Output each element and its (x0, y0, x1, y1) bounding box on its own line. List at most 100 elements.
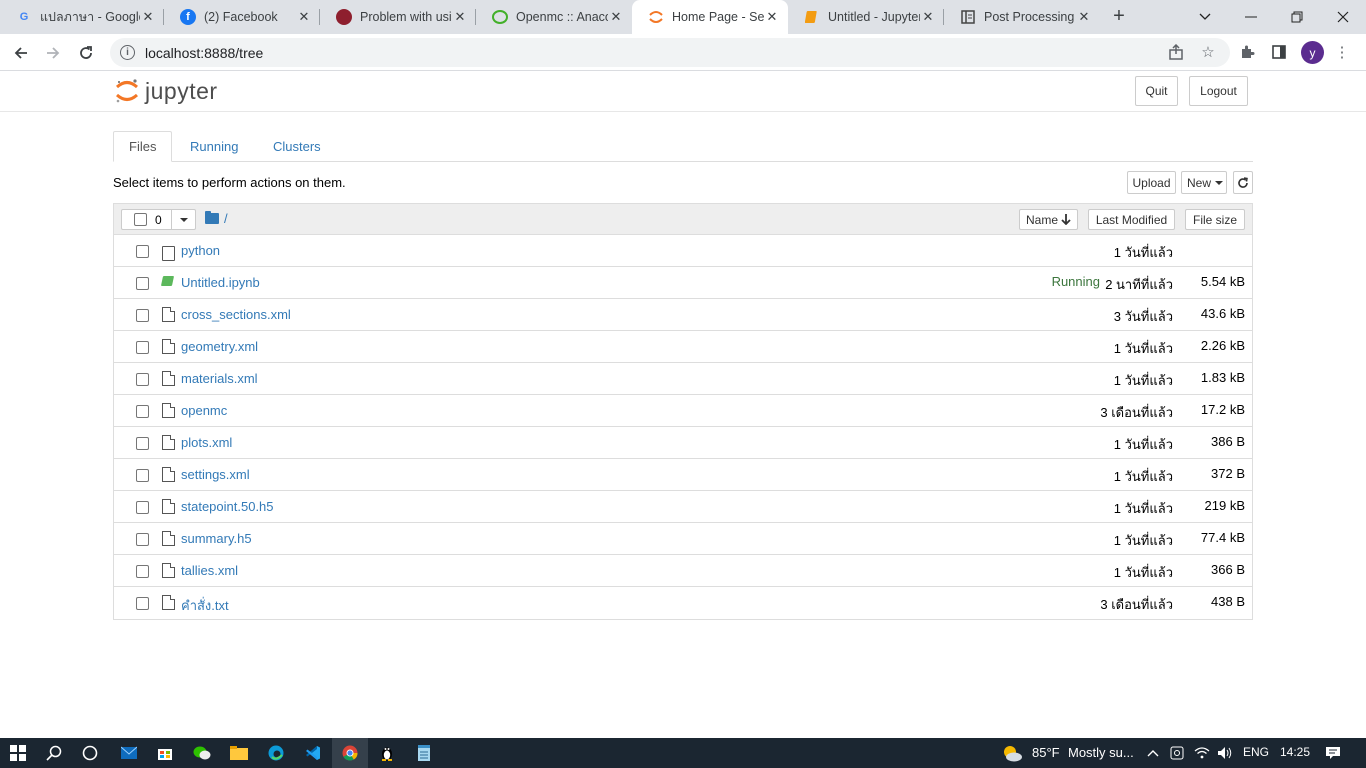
chevron-up-icon[interactable] (1142, 738, 1164, 768)
forward-icon[interactable] (40, 40, 66, 66)
row-checkbox[interactable] (136, 245, 149, 258)
item-name-link[interactable]: python (181, 243, 220, 258)
list-item[interactable]: Untitled.ipynb Running 2 นาทีที่แล้ว 5.5… (114, 267, 1252, 299)
list-item[interactable]: statepoint.50.h5 1 วันที่แล้ว 219 kB (114, 491, 1252, 523)
row-checkbox[interactable] (136, 565, 149, 578)
list-item[interactable]: openmc 3 เดือนที่แล้ว 17.2 kB (114, 395, 1252, 427)
tab-running[interactable]: Running (175, 131, 253, 162)
browser-tab-2[interactable]: Problem with using OpenMC ✕ (320, 0, 476, 34)
sort-name-button[interactable]: Name (1019, 209, 1078, 230)
close-icon[interactable]: ✕ (452, 9, 468, 25)
restore-icon[interactable] (1274, 0, 1320, 34)
upload-button[interactable]: Upload (1127, 171, 1176, 194)
browser-tab-1[interactable]: f (2) Facebook ✕ (164, 0, 320, 34)
list-item[interactable]: tallies.xml 1 วันที่แล้ว 366 B (114, 555, 1252, 587)
weather-temp[interactable]: 85°F (1032, 745, 1060, 760)
list-item[interactable]: summary.h5 1 วันที่แล้ว 77.4 kB (114, 523, 1252, 555)
tab-clusters[interactable]: Clusters (258, 131, 336, 162)
browser-tab-5[interactable]: Untitled - Jupyter Notebook ✕ (788, 0, 944, 34)
row-checkbox[interactable] (136, 469, 149, 482)
list-item[interactable]: materials.xml 1 วันที่แล้ว 1.83 kB (114, 363, 1252, 395)
list-item[interactable]: geometry.xml 1 วันที่แล้ว 2.26 kB (114, 331, 1252, 363)
row-checkbox[interactable] (136, 405, 149, 418)
store-icon[interactable] (147, 738, 183, 768)
select-all-control[interactable]: 0 (121, 209, 196, 230)
sort-size-button[interactable]: File size (1185, 209, 1245, 230)
share-icon[interactable] (1166, 42, 1186, 62)
row-checkbox[interactable] (136, 277, 149, 290)
item-name-link[interactable]: cross_sections.xml (181, 307, 291, 322)
item-name-link[interactable]: materials.xml (181, 371, 258, 386)
row-checkbox[interactable] (136, 533, 149, 546)
list-item[interactable]: settings.xml 1 วันที่แล้ว 372 B (114, 459, 1252, 491)
row-checkbox[interactable] (136, 597, 149, 610)
breadcrumb-root[interactable]: / (224, 211, 228, 226)
item-name-link[interactable]: geometry.xml (181, 339, 258, 354)
wechat-icon[interactable] (184, 738, 220, 768)
list-item[interactable]: คำสั่ง.txt 3 เดือนที่แล้ว 438 B (114, 587, 1252, 619)
weather-text[interactable]: Mostly su... (1068, 745, 1134, 760)
row-checkbox[interactable] (136, 309, 149, 322)
vscode-icon[interactable] (295, 738, 331, 768)
mail-icon[interactable] (111, 738, 147, 768)
extensions-icon[interactable] (1237, 42, 1257, 62)
close-icon[interactable]: ✕ (1076, 9, 1092, 25)
quit-button[interactable]: Quit (1135, 76, 1178, 106)
address-bar[interactable]: i localhost:8888/tree (110, 38, 1230, 67)
browser-tab-4[interactable]: Home Page - Select or create a notebook … (632, 0, 788, 34)
browser-tab-3[interactable]: Openmc :: Anaconda.org ✕ (476, 0, 632, 34)
bookmark-star-icon[interactable]: ☆ (1198, 42, 1218, 62)
item-name-link[interactable]: summary.h5 (181, 531, 252, 546)
reload-icon[interactable] (73, 40, 99, 66)
close-icon[interactable]: ✕ (920, 9, 936, 25)
wifi-icon[interactable] (1191, 738, 1213, 768)
row-checkbox[interactable] (136, 341, 149, 354)
chrome-icon[interactable] (332, 738, 368, 768)
item-name-link[interactable]: Untitled.ipynb (181, 275, 260, 290)
cortana-icon[interactable] (72, 738, 108, 768)
item-name-link[interactable]: คำสั่ง.txt (181, 595, 229, 616)
weather-icon[interactable] (995, 738, 1029, 768)
browser-tab-0[interactable]: G แปลภาษา - Google แปลภาษา ✕ (0, 0, 164, 34)
breadcrumb[interactable]: / (205, 211, 228, 226)
item-name-link[interactable]: settings.xml (181, 467, 250, 482)
volume-icon[interactable] (1214, 738, 1236, 768)
item-name-link[interactable]: tallies.xml (181, 563, 238, 578)
search-icon[interactable] (36, 738, 72, 768)
row-checkbox[interactable] (136, 501, 149, 514)
select-dropdown[interactable] (171, 210, 195, 229)
site-info-icon[interactable]: i (120, 45, 135, 60)
row-checkbox[interactable] (136, 437, 149, 450)
back-icon[interactable] (8, 40, 34, 66)
list-item[interactable]: python 1 วันที่แล้ว (114, 235, 1252, 267)
list-item[interactable]: cross_sections.xml 3 วันที่แล้ว 43.6 kB (114, 299, 1252, 331)
close-window-icon[interactable] (1320, 0, 1366, 34)
browser-tab-6[interactable]: Post Processing — OpenMC ✕ (944, 0, 1100, 34)
notification-icon[interactable] (1318, 738, 1348, 768)
linux-penguin-icon[interactable] (369, 738, 405, 768)
notepad-icon[interactable] (406, 738, 442, 768)
row-checkbox[interactable] (136, 373, 149, 386)
side-panel-icon[interactable] (1269, 42, 1289, 62)
jupyter-logo[interactable]: jupyter (115, 76, 218, 106)
minimize-icon[interactable] (1228, 0, 1274, 34)
select-all-checkbox[interactable] (134, 213, 147, 226)
list-item[interactable]: plots.xml 1 วันที่แล้ว 386 B (114, 427, 1252, 459)
close-icon[interactable]: ✕ (140, 9, 156, 25)
close-icon[interactable]: ✕ (764, 9, 780, 25)
tab-search-icon[interactable] (1182, 0, 1228, 34)
meet-now-icon[interactable] (1166, 738, 1188, 768)
new-button[interactable]: New (1181, 171, 1227, 194)
new-tab-icon[interactable]: + (1107, 4, 1131, 28)
menu-icon[interactable]: ⋮ (1332, 42, 1352, 62)
tab-files[interactable]: Files (113, 131, 173, 162)
refresh-button[interactable] (1233, 171, 1253, 194)
windows-start-icon[interactable] (0, 738, 36, 768)
edge-icon[interactable] (258, 738, 294, 768)
file-explorer-icon[interactable] (221, 738, 257, 768)
close-icon[interactable]: ✕ (608, 9, 624, 25)
item-name-link[interactable]: statepoint.50.h5 (181, 499, 274, 514)
sort-modified-button[interactable]: Last Modified (1088, 209, 1175, 230)
logout-button[interactable]: Logout (1189, 76, 1248, 106)
close-icon[interactable]: ✕ (296, 9, 312, 25)
